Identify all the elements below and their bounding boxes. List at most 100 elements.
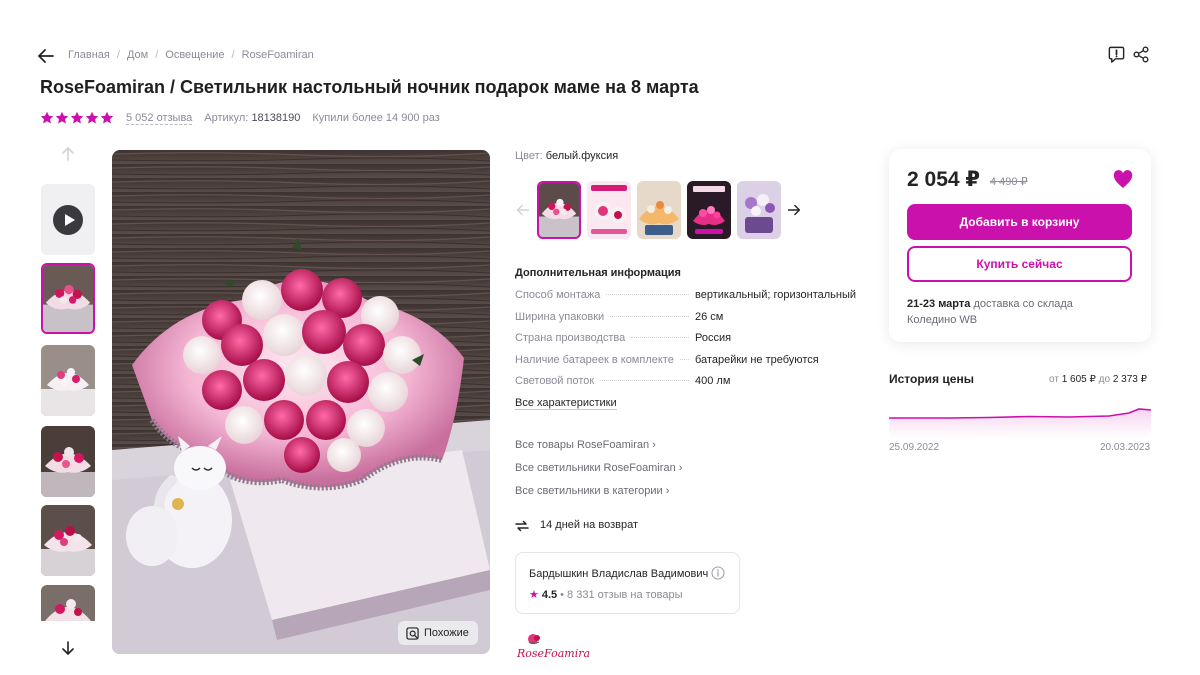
return-arrows-icon — [515, 520, 529, 532]
return-policy: 14 дней на возврат — [540, 519, 638, 531]
color-label: Цвет: — [515, 150, 543, 162]
info-icon[interactable] — [711, 566, 725, 580]
warehouse: Коледино WB — [907, 314, 978, 326]
report-icon[interactable] — [1107, 45, 1126, 64]
price-history-range: от 1 605 ₽ до 2 373 ₽ — [1049, 374, 1147, 385]
breadcrumb-brand[interactable]: RoseFoamiran — [242, 49, 314, 61]
chevron-right-icon: › — [678, 462, 683, 474]
color-variant-3[interactable] — [637, 181, 681, 239]
rose-lamp-photo-icon — [112, 150, 490, 654]
color-selected: Цвет: белый.фуксия — [515, 150, 618, 162]
color-value: белый.фуксия — [545, 150, 619, 162]
lamp-photo-icon — [687, 181, 731, 239]
colors-next-arrow-icon[interactable] — [785, 200, 803, 220]
dot-separator: • — [560, 588, 565, 601]
spec-key: Способ монтажа — [515, 289, 601, 301]
lamp-photo-icon — [41, 505, 95, 576]
brand-logo[interactable]: RoseFoamiran — [515, 630, 597, 662]
seller-card[interactable]: Бардышкин Владислав Вадимович ★ 4.5 • 8 … — [515, 552, 740, 614]
gallery-thumbnail-1[interactable] — [41, 263, 95, 334]
main-product-photo[interactable] — [112, 150, 490, 654]
lamp-photo-icon — [43, 265, 93, 332]
spec-dots — [600, 380, 689, 381]
delivery-text: доставка со склада — [973, 298, 1073, 310]
thumbs-up-arrow-icon[interactable] — [58, 144, 78, 164]
lamp-photo-icon — [41, 345, 95, 416]
spec-key: Наличие батареек в комплекте — [515, 354, 674, 366]
gallery-thumbnail-3[interactable] — [41, 426, 95, 497]
color-variant-2[interactable] — [587, 181, 631, 239]
brand-link-brand-lamps[interactable]: Все светильники RoseFoamiran › — [515, 462, 682, 474]
price-history-end-date: 20.03.2023 — [1100, 442, 1151, 453]
spec-value: Россия — [695, 332, 732, 344]
brand-logo-text: RoseFoamiran — [516, 647, 590, 660]
lamp-photo-icon — [737, 181, 781, 239]
spec-row: Световой поток 400 лм — [515, 375, 860, 387]
breadcrumb-separator: / — [116, 49, 120, 61]
spec-dots — [606, 294, 689, 295]
rose-logo-icon: RoseFoamiran — [516, 634, 597, 660]
chevron-right-icon: › — [652, 439, 656, 451]
star-icon — [100, 111, 114, 124]
color-variant-5[interactable] — [737, 181, 781, 239]
spec-dots — [610, 316, 689, 317]
seller-rating: ★ 4.5 • 8 331 отзыв на товары — [529, 588, 683, 602]
spec-row: Страна производства Россия — [515, 332, 860, 344]
color-variant-1[interactable] — [537, 181, 581, 239]
price-history-chart[interactable] — [889, 400, 1151, 438]
breadcrumb-home[interactable]: Главная — [68, 49, 110, 61]
specs-title: Дополнительная информация — [515, 267, 681, 279]
gallery-thumbnail-5[interactable] — [41, 585, 95, 621]
bought-count: Купили более 14 900 раз — [312, 112, 440, 124]
seller-reviews: 8 331 отзыв на товары — [567, 588, 683, 601]
delivery-info: 21-23 марта доставка со склада — [907, 298, 1073, 310]
chevron-right-icon: › — [665, 485, 670, 497]
reviews-link[interactable]: 5 052 отзыва — [126, 112, 193, 125]
star-icon — [85, 111, 99, 124]
heart-icon[interactable] — [1113, 170, 1133, 189]
video-thumbnail[interactable] — [41, 184, 95, 255]
spec-row: Способ монтажа вертикальный; горизонталь… — [515, 289, 860, 301]
lamp-photo-icon — [637, 181, 681, 239]
image-search-icon — [406, 626, 419, 640]
article-value: 18138190 — [251, 112, 301, 124]
breadcrumb: Главная / Дом / Освещение / RoseFoamiran — [68, 49, 314, 61]
delivery-dates: 21-23 марта — [907, 298, 971, 310]
color-variant-4[interactable] — [687, 181, 731, 239]
brand-link-label: Все товары RoseFoamiran — [515, 439, 650, 451]
all-specs-link[interactable]: Все характеристики — [515, 397, 617, 410]
similar-label: Похожие — [424, 627, 469, 639]
spec-key: Страна производства — [515, 332, 626, 344]
thumbs-down-arrow-icon[interactable] — [58, 638, 78, 658]
spec-key: Световой поток — [515, 375, 595, 387]
star-icon — [55, 111, 69, 124]
brand-link-all-products[interactable]: Все товары RoseFoamiran › — [515, 439, 656, 451]
brand-link-category-lamps[interactable]: Все светильники в категории › — [515, 485, 669, 497]
similar-button[interactable]: Похожие — [398, 621, 478, 645]
lamp-photo-icon — [41, 426, 95, 497]
lamp-photo-icon — [539, 183, 579, 237]
spec-row: Ширина упаковки 26 см — [515, 311, 860, 323]
gallery-thumbnail-4[interactable] — [41, 505, 95, 576]
rating-stars — [40, 111, 114, 125]
lamp-photo-icon — [41, 585, 95, 621]
share-icon[interactable] — [1132, 45, 1150, 64]
range-to-label: до — [1098, 374, 1111, 385]
spec-value: 400 лм — [695, 375, 731, 387]
breadcrumb-separator: / — [231, 49, 235, 61]
price-history-area — [889, 409, 1151, 438]
add-to-cart-button[interactable]: Добавить в корзину — [907, 204, 1132, 240]
back-arrow-icon[interactable] — [36, 46, 56, 66]
seller-name: Бардышкин Владислав Вадимович — [529, 568, 709, 580]
breadcrumb-lighting[interactable]: Освещение — [165, 49, 224, 61]
star-icon — [70, 111, 84, 124]
lamp-photo-icon — [587, 181, 631, 239]
star-icon: ★ — [529, 589, 539, 601]
spec-dots — [679, 359, 689, 360]
spec-row: Наличие батареек в комплекте батарейки н… — [515, 354, 860, 366]
breadcrumb-home-category[interactable]: Дом — [127, 49, 148, 61]
gallery-thumbnail-2[interactable] — [41, 345, 95, 416]
colors-prev-arrow-icon[interactable] — [514, 200, 532, 220]
breadcrumb-separator: / — [155, 49, 159, 61]
buy-now-button[interactable]: Купить сейчас — [907, 246, 1132, 282]
